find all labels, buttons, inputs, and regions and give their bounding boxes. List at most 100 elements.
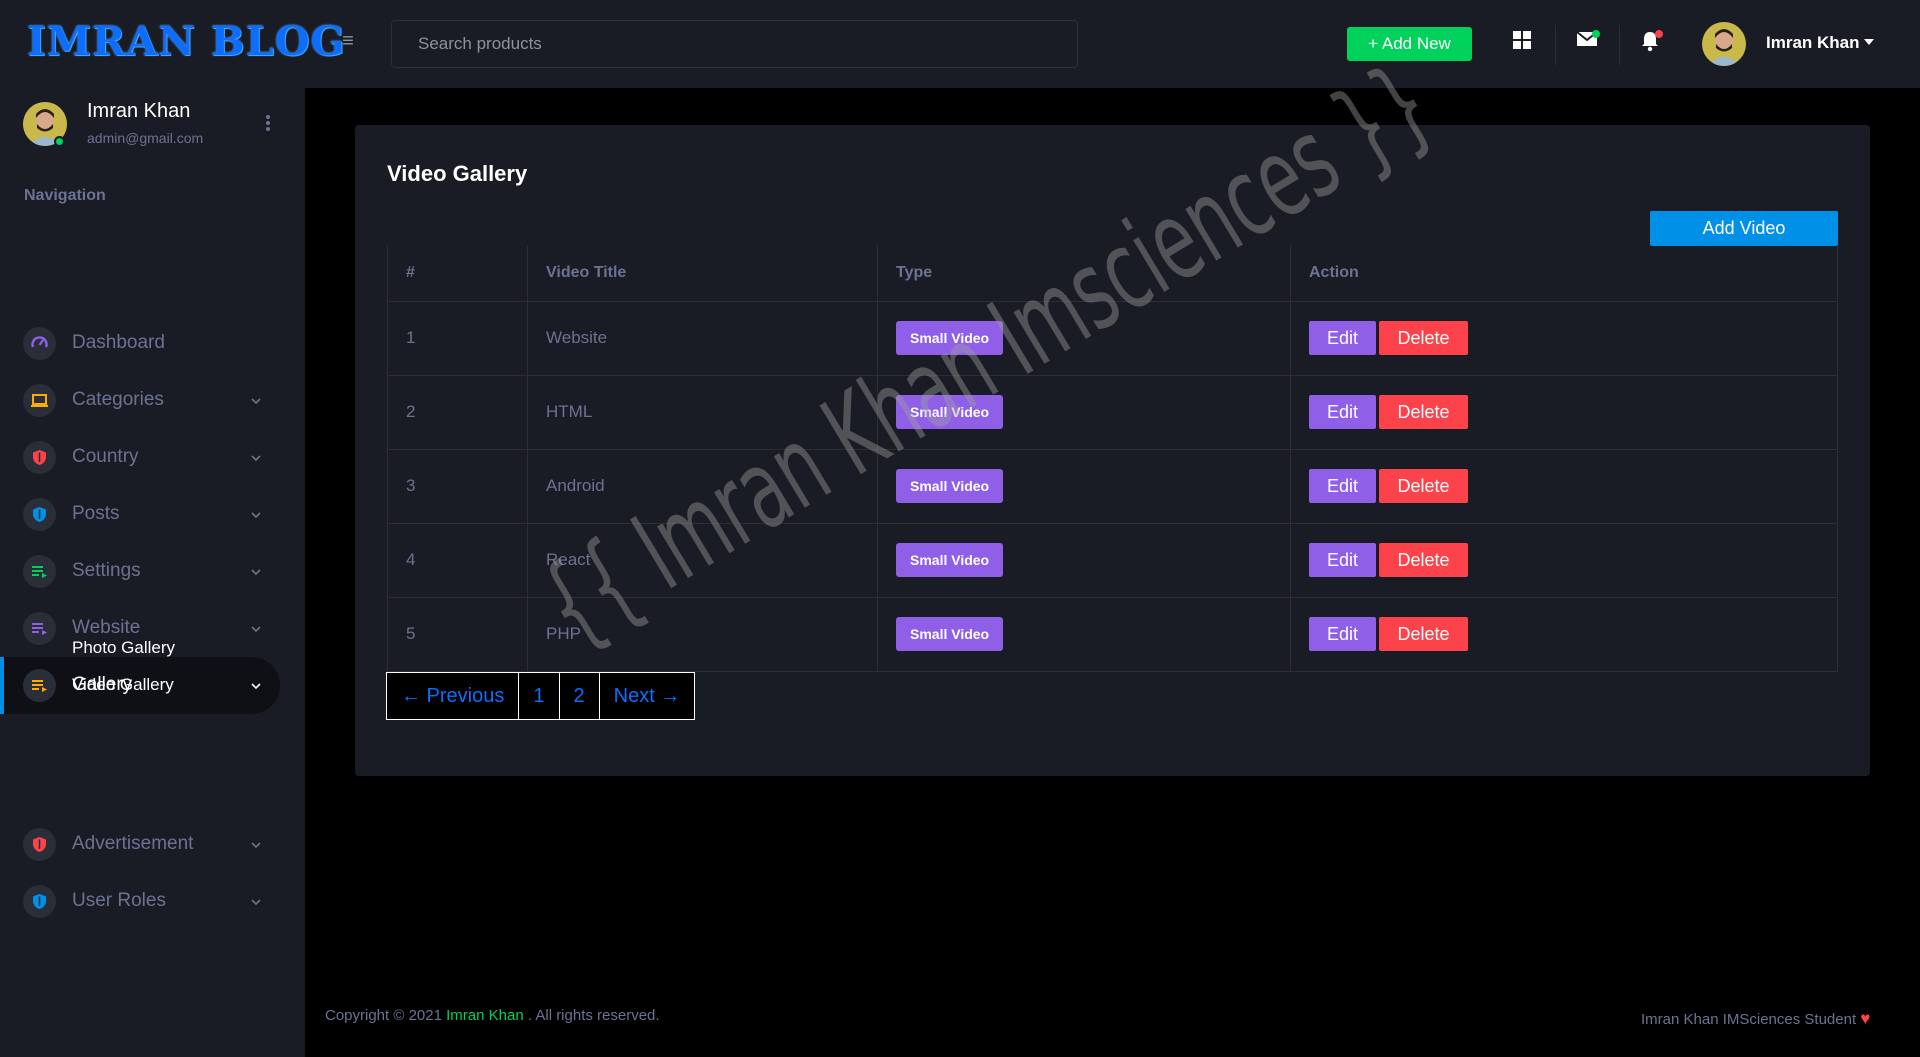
row-number: 3 (387, 448, 528, 524)
column-header: # (387, 245, 528, 302)
playlist-icon (23, 555, 56, 588)
delete-button[interactable]: Delete (1379, 543, 1468, 577)
column-header: Type (877, 245, 1291, 302)
edit-button[interactable]: Edit (1309, 469, 1376, 503)
security-shield-icon (23, 441, 56, 474)
sidebar-item-label: Dashboard (72, 332, 165, 353)
apps-grid-icon[interactable] (1512, 30, 1538, 56)
video-title: Android (527, 448, 878, 524)
security-shield-icon (23, 885, 56, 918)
video-title: Website (527, 300, 878, 376)
sidebar-item-posts[interactable]: Posts (0, 486, 280, 543)
type-badge: Small Video (896, 543, 1004, 577)
column-header: Video Title (527, 245, 878, 302)
edit-button[interactable]: Edit (1309, 543, 1376, 577)
copyright-author-link[interactable]: Imran Khan (446, 1007, 524, 1024)
table-row: 2 HTML Small Video Edit Delete (387, 374, 1838, 450)
pagination-previous[interactable]: ← Previous (386, 672, 520, 720)
pagination-page-1[interactable]: 1 (518, 672, 560, 720)
sidebar-item-country[interactable]: Country (0, 429, 280, 486)
sidebar-item-label: Advertisement (72, 833, 194, 854)
profile-email: admin@gmail.com (87, 130, 204, 146)
column-header: Action (1290, 245, 1838, 302)
chevron-down-icon[interactable] (250, 838, 262, 850)
pagination: ← Previous 1 2 Next → (386, 672, 696, 720)
delete-button[interactable]: Delete (1379, 617, 1468, 651)
action-cell: Edit Delete (1290, 596, 1838, 672)
sidebar-item-categories[interactable]: Categories (0, 372, 280, 429)
sidebar-item-settings[interactable]: Settings (0, 543, 280, 600)
sub-item-video-gallery[interactable]: Video Gallery (72, 675, 174, 695)
type-cell: Small Video (877, 300, 1291, 376)
brand-logo[interactable]: IMRAN BLOG (27, 18, 346, 65)
chevron-down-icon[interactable] (250, 451, 262, 463)
edit-button[interactable]: Edit (1309, 321, 1376, 355)
add-video-button[interactable]: Add Video (1650, 211, 1838, 246)
sidebar-item-label: Posts (72, 503, 120, 524)
chevron-down-icon[interactable] (250, 508, 262, 520)
delete-button[interactable]: Delete (1379, 469, 1468, 503)
add-new-button[interactable]: + Add New (1347, 27, 1472, 61)
top-navbar: IMRAN BLOG ≡ + Add New Imran Khan (0, 0, 1920, 88)
chevron-down-icon[interactable] (250, 622, 262, 634)
sidebar-item-label: User Roles (72, 890, 166, 911)
row-number: 1 (387, 300, 528, 376)
sub-item-photo-gallery[interactable]: Photo Gallery (72, 638, 175, 658)
action-cell: Edit Delete (1290, 300, 1838, 376)
sidebar-item-user-roles[interactable]: User Roles (0, 873, 280, 930)
chevron-down-icon[interactable] (250, 394, 262, 406)
chevron-down-icon[interactable] (250, 565, 262, 577)
chevron-down-icon[interactable] (250, 895, 262, 907)
search-input[interactable] (391, 20, 1078, 68)
speedometer-icon (23, 327, 56, 360)
online-status-dot (54, 136, 65, 147)
menu-toggle-icon[interactable]: ≡ (338, 31, 358, 51)
row-number: 4 (387, 522, 528, 598)
sidebar-item-label: Settings (72, 560, 141, 581)
type-cell: Small Video (877, 596, 1291, 672)
footer-credit-text: Imran Khan IMSciences Student (1641, 1011, 1857, 1028)
type-cell: Small Video (877, 374, 1291, 450)
table-row: 3 Android Small Video Edit Delete (387, 448, 1838, 524)
delete-button[interactable]: Delete (1379, 395, 1468, 429)
action-cell: Edit Delete (1290, 374, 1838, 450)
copyright-prefix: Copyright © 2021 (325, 1007, 442, 1024)
copyright-suffix: . All rights reserved. (527, 1007, 660, 1024)
table-header-row: # Video Title Type Action (387, 245, 1838, 302)
sidebar-item-advertisement[interactable]: Advertisement (0, 816, 280, 873)
type-badge: Small Video (896, 321, 1004, 355)
video-title: HTML (527, 374, 878, 450)
row-number: 2 (387, 374, 528, 450)
sidebar-item-label: Website (72, 617, 141, 638)
edit-button[interactable]: Edit (1309, 617, 1376, 651)
video-table: # Video Title Type Action 1 Website Small … (387, 245, 1838, 672)
edit-button[interactable]: Edit (1309, 395, 1376, 429)
pagination-next[interactable]: Next → (598, 672, 696, 720)
chevron-down-icon[interactable] (250, 679, 262, 691)
user-menu-name[interactable]: Imran Khan (1766, 33, 1860, 53)
pagination-page-2[interactable]: 2 (558, 672, 600, 720)
delete-button[interactable]: Delete (1379, 321, 1468, 355)
table-row: 1 Website Small Video Edit Delete (387, 300, 1838, 376)
action-cell: Edit Delete (1290, 448, 1838, 524)
security-shield-icon (23, 498, 56, 531)
page-title: Video Gallery (387, 161, 528, 186)
type-cell: Small Video (877, 522, 1291, 598)
caret-down-icon[interactable] (1864, 39, 1874, 45)
video-gallery-card: Video Gallery Add Video # Video Title Ty… (355, 125, 1870, 776)
type-cell: Small Video (877, 448, 1291, 524)
nav-heading: Navigation (24, 187, 106, 204)
avatar[interactable] (1702, 22, 1746, 66)
more-vertical-icon[interactable] (263, 112, 273, 134)
divider (1555, 25, 1556, 65)
heart-icon: ♥ (1860, 1009, 1871, 1028)
video-title: React (527, 522, 878, 598)
notification-dot (1655, 30, 1663, 38)
footer-copyright: Copyright © 2021 Imran Khan . All rights… (325, 1007, 660, 1024)
table-row: 4 React Small Video Edit Delete (387, 522, 1838, 598)
sidebar-item-dashboard[interactable]: Dashboard (0, 315, 280, 372)
type-badge: Small Video (896, 469, 1004, 503)
security-shield-icon (23, 828, 56, 861)
playlist-icon (23, 612, 56, 645)
email-status-dot (1592, 30, 1600, 38)
